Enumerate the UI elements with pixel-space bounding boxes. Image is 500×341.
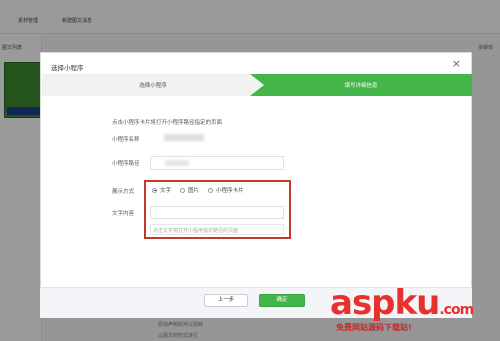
text-content-input[interactable] [150, 206, 284, 219]
display-mode-label: 展示方式 [112, 189, 135, 195]
prev-step-button[interactable]: 上一步 [204, 294, 248, 307]
radio-image-label: 图片 [188, 188, 200, 194]
display-mode-radio-group: 文字 图片 小程序卡片 [152, 186, 253, 194]
text-content-field[interactable]: 点击文字将打开小程序指定路径的页面 [150, 224, 284, 235]
radio-card[interactable]: 小程序卡片 [208, 186, 244, 194]
radio-image[interactable]: 图片 [180, 186, 199, 194]
radio-text-label: 文字 [160, 188, 172, 194]
confirm-button[interactable]: 确定 [259, 294, 305, 307]
step-1-label: 选择小程序 [139, 83, 167, 89]
radio-card-label: 小程序卡片 [216, 188, 244, 194]
step-indicator: 选择小程序 填写详细信息 [42, 74, 472, 96]
radio-text[interactable]: 文字 [152, 186, 171, 194]
mini-program-name-value [164, 134, 204, 141]
close-icon[interactable]: × [452, 58, 461, 69]
text-content-label: 文字内容 [112, 211, 135, 217]
step-fill-details: 填写详细信息 [250, 74, 472, 96]
step-select-mini-program: 选择小程序 [42, 74, 264, 96]
hint-text: 点击小程序卡片将打开小程序路径指定的页面 [112, 120, 223, 126]
watermark: aspku.com 免费网站源码下载站! [330, 286, 498, 338]
watermark-brand: aspku.com [330, 283, 474, 323]
text-content-placeholder: 点击文字将打开小程序指定路径的页面 [153, 228, 239, 234]
name-label: 小程序名称 [112, 137, 140, 143]
radio-unchecked-icon [208, 187, 214, 193]
path-value [165, 160, 189, 166]
radio-unchecked-icon [180, 187, 186, 193]
watermark-subtitle: 免费网站源码下载站! [336, 323, 412, 332]
step-2-label: 填写详细信息 [344, 83, 378, 89]
radio-checked-icon [152, 187, 157, 193]
dialog-title: 选择小程序 [51, 64, 84, 72]
path-label: 小程序路径 [112, 161, 140, 167]
path-input[interactable] [150, 156, 284, 170]
